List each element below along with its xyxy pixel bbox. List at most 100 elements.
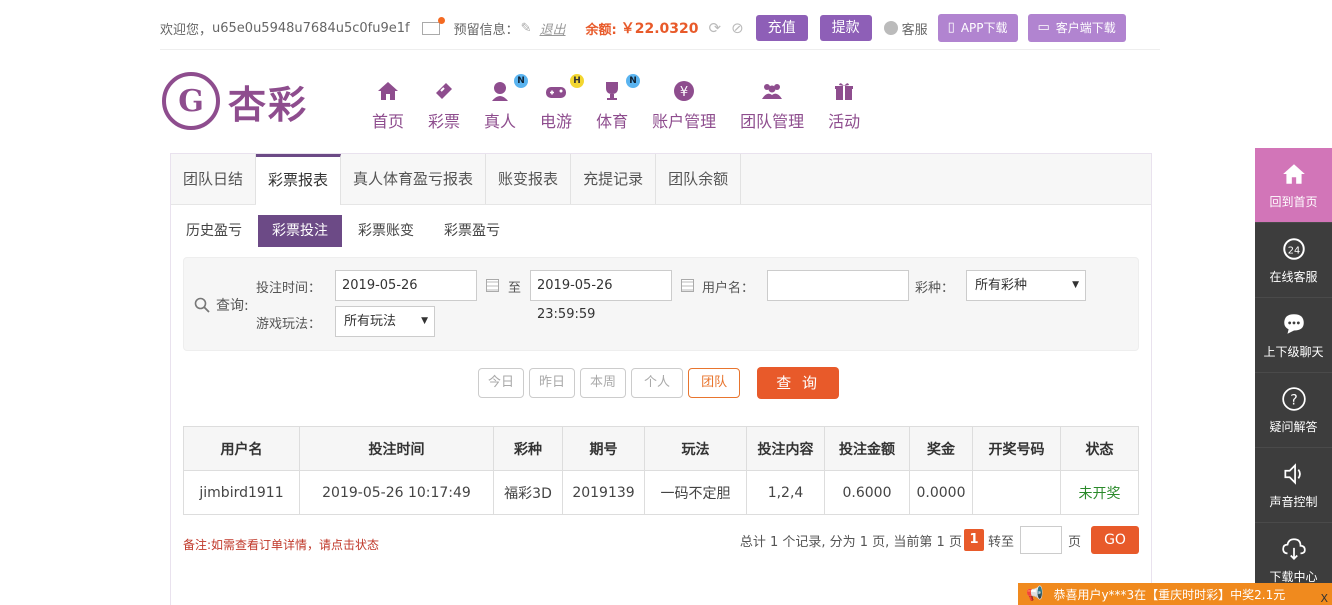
tab-deposit-withdraw[interactable]: 充提记录 (571, 154, 657, 204)
nav-item-lottery[interactable]: 彩票 (428, 78, 460, 132)
search-button[interactable]: 查 询 (757, 367, 840, 399)
sidebar-chat[interactable]: 上下级聊天 (1255, 298, 1332, 373)
yesterday-button[interactable]: 昨日 (529, 368, 576, 398)
calendar-icon[interactable] (681, 279, 694, 292)
customer-service-label: 客服 (901, 22, 928, 38)
nav-item-home[interactable]: 首页 (372, 78, 404, 132)
cell-issue: 2019139 (562, 470, 645, 515)
agent-icon (883, 21, 898, 35)
page-summary: 总计 1 个记录, 分为 1 页, 当前第 1 页 (739, 534, 962, 550)
calendar-icon[interactable] (486, 279, 499, 292)
edit-icon[interactable]: ✎ (521, 21, 532, 36)
subtab-history-pnl[interactable]: 历史盈亏 (181, 215, 256, 247)
go-button[interactable]: GO (1091, 526, 1139, 554)
page-number-input[interactable] (1019, 526, 1062, 554)
svg-text:¥: ¥ (680, 85, 688, 100)
recharge-button[interactable]: 充值 (755, 15, 808, 41)
sidebar-label: 声音控制 (1269, 494, 1318, 509)
close-announcement-button[interactable]: X (1320, 592, 1328, 605)
report-subtabs: 历史盈亏 彩票投注 彩票账变 彩票盈亏 (181, 215, 516, 247)
gamepad-icon (542, 78, 570, 104)
query-title: 查询: (194, 295, 249, 315)
client-download-button[interactable]: ▭ 客户端下载 (1027, 14, 1126, 42)
lottery-type-label: 彩种： (915, 281, 955, 296)
customer-service-link[interactable]: 客服 (883, 19, 928, 38)
eye-hidden-icon[interactable]: ⊘ (731, 19, 744, 37)
main-nav: 首页 彩票 N 真人 H 电游 N 体育 ¥ 账户管理 团队管理 活动 (372, 74, 884, 132)
play-type-label: 游戏玩法： (256, 317, 322, 332)
balance-value: ￥22.0320 (620, 21, 699, 37)
col-status: 状态 (1060, 426, 1139, 471)
page-label: 页 (1067, 534, 1081, 550)
query-title-label: 查询: (216, 298, 249, 314)
tab-live-sports-report[interactable]: 真人体育盈亏报表 (341, 154, 487, 204)
win-announcement-bar: 📢 恭喜用户y***3在【重庆时时彩】中奖2.1元 X (1018, 583, 1332, 605)
col-draw-number: 开奖号码 (972, 426, 1061, 471)
client-download-label: 客户端下载 (1055, 21, 1116, 35)
speaker-icon (1283, 462, 1301, 485)
team-button[interactable]: 团队 (688, 368, 741, 398)
logo-mark: G (162, 72, 220, 130)
tab-team-balance[interactable]: 团队余额 (656, 154, 742, 204)
mail-icon[interactable] (421, 16, 445, 35)
personal-button[interactable]: 个人 (631, 368, 684, 398)
subtab-lottery-pnl[interactable]: 彩票盈亏 (430, 215, 514, 247)
chat-bubble-icon (1283, 313, 1304, 334)
table-row: jimbird1911 2019-05-26 10:17:49 福彩3D 201… (183, 470, 1139, 515)
tab-team-daily[interactable]: 团队日结 (171, 154, 257, 204)
nav-item-egames[interactable]: H 电游 (540, 74, 585, 132)
logo-name: 杏彩 (228, 82, 309, 127)
today-button[interactable]: 今日 (478, 368, 525, 398)
subtab-lottery-changes[interactable]: 彩票账变 (344, 215, 428, 247)
sidebar-label: 在线客服 (1269, 269, 1318, 284)
logout-link[interactable]: 退出 (540, 19, 566, 38)
nav-item-account[interactable]: ¥ 账户管理 (652, 78, 716, 132)
cell-play: 一码不定胆 (644, 470, 747, 515)
start-time-input[interactable]: 2019-05-26 00:00:00 (335, 270, 477, 322)
ticket-icon (430, 78, 458, 104)
nav-item-sports[interactable]: N 体育 (596, 74, 641, 132)
cell-username: jimbird1911 (183, 470, 300, 515)
site-logo[interactable]: G 杏彩 (162, 72, 308, 130)
username-text: u65e0u5948u7684u5c0fu9e1f (212, 20, 410, 36)
to-label: 至 (508, 281, 522, 296)
this-week-button[interactable]: 本周 (580, 368, 627, 398)
cell-prize: 0.0000 (909, 470, 973, 515)
cell-status-link[interactable]: 未开奖 (1060, 470, 1139, 515)
quick-filter-row: 今日 昨日 本周 个人 团队 查 询 (478, 367, 840, 399)
yen-icon: ¥ (670, 78, 698, 104)
subtab-lottery-bets[interactable]: 彩票投注 (258, 215, 342, 247)
tab-lottery-report[interactable]: 彩票报表 (256, 154, 342, 205)
nav-item-promotions[interactable]: 活动 (828, 78, 860, 132)
app-download-button[interactable]: ▯ APP下载 (937, 14, 1018, 42)
nav-label: 活动 (828, 112, 861, 131)
hot-badge: H (570, 74, 585, 88)
nav-item-team[interactable]: 团队管理 (740, 78, 804, 132)
goto-label: 转至 (987, 534, 1014, 550)
divider (160, 49, 1160, 50)
sidebar-online-service[interactable]: 24 在线客服 (1255, 223, 1332, 298)
sidebar-sound-control[interactable]: 声音控制 (1255, 448, 1332, 523)
team-icon (758, 78, 786, 104)
refresh-icon[interactable]: ⟳ (708, 19, 721, 37)
sidebar-back-home[interactable]: 回到首页 (1255, 148, 1332, 223)
lottery-type-select[interactable]: 所有彩种 ▼ (966, 270, 1086, 301)
tab-account-changes[interactable]: 账变报表 (486, 154, 572, 204)
cloud-download-icon (1281, 538, 1306, 560)
current-page[interactable]: 1 (963, 529, 984, 551)
col-username: 用户名 (183, 426, 300, 471)
search-icon (194, 297, 210, 313)
nav-item-live[interactable]: N 真人 (484, 74, 529, 132)
sidebar-faq[interactable]: ? 疑问解答 (1255, 373, 1332, 448)
trophy-icon (598, 78, 626, 104)
gift-icon (830, 78, 858, 104)
username-input[interactable] (767, 270, 909, 301)
end-time-input[interactable]: 2019-05-26 23:59:59 (530, 270, 672, 322)
cell-bet-content: 1,2,4 (746, 470, 825, 515)
withdraw-button[interactable]: 提款 (819, 15, 872, 41)
table-header-row: 用户名 投注时间 彩种 期号 玩法 投注内容 投注金额 奖金 开奖号码 状态 (183, 426, 1139, 471)
nav-label: 团队管理 (740, 112, 805, 131)
nav-label: 首页 (372, 112, 405, 131)
play-type-select[interactable]: 所有玩法 ▼ (335, 306, 435, 337)
cell-bet-time: 2019-05-26 10:17:49 (299, 470, 494, 515)
